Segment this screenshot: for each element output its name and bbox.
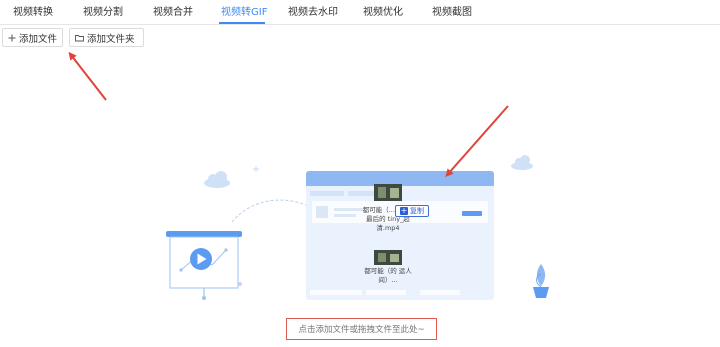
drop-hint[interactable]: 点击添加文件或拖拽文件至此处~ bbox=[286, 318, 437, 340]
plus-icon: + bbox=[400, 206, 408, 215]
annotation-arrow-drag-drop bbox=[445, 105, 509, 177]
drop-zone-illustration[interactable] bbox=[0, 0, 720, 347]
cloud-left-icon bbox=[204, 171, 230, 188]
annotation-arrow-add-file bbox=[68, 51, 107, 101]
dragged-file-thumbnail-2 bbox=[374, 250, 402, 265]
copy-label: 复制 bbox=[410, 207, 424, 215]
dragged-file-thumbnail bbox=[374, 184, 402, 201]
copy-drop-badge: + 复制 bbox=[395, 205, 429, 217]
plant-icon bbox=[533, 264, 549, 298]
dragged-file-name-2: 都可能（的 运人间）... bbox=[364, 267, 412, 284]
video-board-icon bbox=[166, 231, 242, 300]
drop-hint-text: 点击添加文件或拖拽文件至此处~ bbox=[298, 325, 425, 335]
flow-dashed-line bbox=[231, 199, 307, 223]
cloud-right-icon bbox=[511, 155, 533, 170]
